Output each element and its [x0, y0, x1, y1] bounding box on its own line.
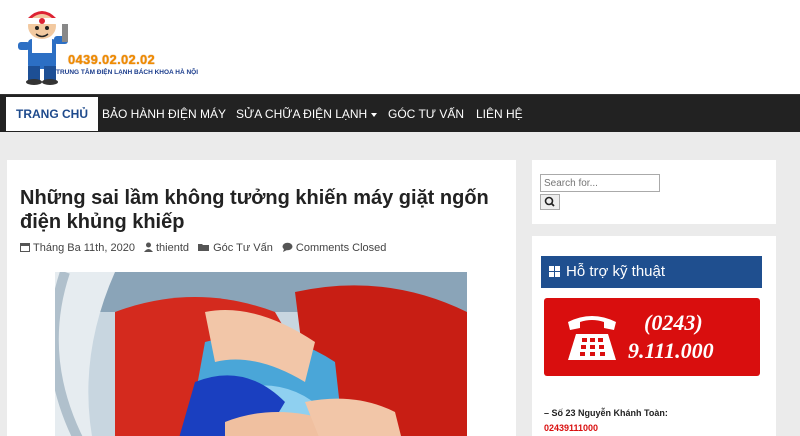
post-category[interactable]: Góc Tư Vấn: [213, 242, 273, 254]
folder-icon: [198, 244, 210, 251]
search-widget: [532, 160, 776, 224]
support-widget: Hỗ trợ kỹ thuật (0243) 9.111.000 – Số 23…: [532, 236, 776, 436]
site-logo[interactable]: 0439.02.02.02 TRUNG TÂM ĐIỆN LẠNH BÁCH K…: [8, 6, 198, 90]
nav-item-repair-label: SỬA CHỮA ĐIỆN LẠNH: [236, 107, 368, 121]
nav-item-contact[interactable]: LIÊN HỆ: [466, 95, 533, 133]
nav-item-repair[interactable]: SỬA CHỮA ĐIỆN LẠNH: [226, 95, 387, 133]
post-title[interactable]: Những sai lầm không tưởng khiến máy giặt…: [20, 186, 490, 234]
hotline-banner[interactable]: (0243) 9.111.000: [544, 298, 760, 376]
calendar-icon: [20, 243, 30, 252]
logo-phone: 0439.02.02.02: [68, 52, 156, 67]
hotline-number: 9.111.000: [628, 338, 714, 363]
search-button[interactable]: [540, 194, 560, 210]
address-text: – Số 23 Nguyễn Khánh Toàn:: [544, 408, 668, 418]
support-title: Hỗ trợ kỹ thuật: [566, 263, 666, 280]
post-author[interactable]: thientd: [156, 242, 189, 254]
search-input[interactable]: [540, 174, 660, 192]
chevron-down-icon: [371, 112, 378, 117]
post-comments: Comments Closed: [295, 242, 387, 254]
nav-item-warranty[interactable]: BẢO HÀNH ĐIỆN MÁY: [92, 95, 236, 133]
post-meta: Tháng Ba 11th, 2020 thientd Góc Tư Vấn C…: [20, 242, 392, 254]
grid-icon: [549, 266, 560, 277]
hotline-area-code: (0243): [644, 310, 703, 335]
support-header: Hỗ trợ kỹ thuật: [541, 256, 762, 288]
nav-item-home[interactable]: TRANG CHỦ: [6, 97, 98, 131]
user-icon: [144, 242, 153, 252]
main-nav: TRANG CHỦ BẢO HÀNH ĐIỆN MÁY SỬA CHỮA ĐIỆ…: [0, 94, 800, 132]
post-card: Những sai lầm không tưởng khiến máy giặt…: [7, 160, 516, 436]
search-icon: [544, 196, 555, 207]
comment-icon: [282, 242, 293, 252]
logo-subtitle: TRUNG TÂM ĐIỆN LẠNH BÁCH KHOA HÀ NỘI: [56, 69, 199, 76]
washing-machine-image: [55, 272, 467, 436]
nav-item-advice[interactable]: GÓC TƯ VẤN: [378, 95, 474, 133]
site-header: 0439.02.02.02 TRUNG TÂM ĐIỆN LẠNH BÁCH K…: [0, 0, 800, 94]
address-phone[interactable]: 02439111000: [544, 423, 598, 433]
post-featured-image[interactable]: [55, 272, 467, 436]
post-date: Tháng Ba 11th, 2020: [33, 242, 135, 254]
telephone-icon: [568, 316, 616, 360]
